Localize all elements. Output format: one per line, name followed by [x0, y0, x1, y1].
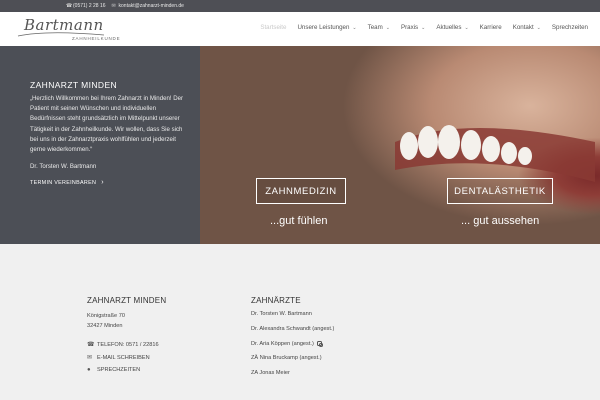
nav-item-unsere-leistungen[interactable]: Unsere Leistungen ⌄ — [297, 24, 356, 31]
doctor-link[interactable]: ZA Jonas Meier — [251, 370, 334, 376]
footer-email-text: E-MAIL SCHREIBEN — [97, 354, 150, 361]
doctor-name: Dr. Aria Köppen (angest.) — [251, 340, 314, 347]
nav-label: Kontakt — [512, 24, 534, 31]
hero-section: ZAHNARZT MINDEN „Herzlich Willkommen bei… — [0, 46, 600, 244]
doctor-name: Dr. Alexandra Schwandt (angest.) — [251, 325, 335, 332]
nav-item-sprechzeiten[interactable]: Sprechzeiten — [552, 24, 588, 31]
termin-vereinbaren-link[interactable]: TERMIN VEREINBAREN › — [30, 179, 190, 186]
nav-item-aktuelles[interactable]: Aktuelles ⌄ — [436, 24, 468, 31]
hero-signature: Dr. Torsten W. Bartmann — [30, 163, 97, 171]
top-bar: ☎ (0571) 2 28 16 ✉ kontakt@zahnarzt-mind… — [0, 0, 600, 12]
chevron-down-icon: ⌄ — [385, 24, 390, 31]
footer-hours-text: SPRECHZEITEN — [97, 367, 141, 373]
nav-label: Startseite — [260, 24, 287, 31]
tagline-right: ... gut aussehen — [461, 215, 540, 227]
chevron-right-icon: › — [101, 179, 104, 187]
clock-icon: ● — [87, 367, 91, 373]
footer-title-zahnarzt: ZAHNARZT MINDEN — [87, 296, 167, 305]
nav-label: Aktuelles — [436, 24, 462, 31]
doctor-link[interactable]: Dr. Torsten W. Bartmann — [251, 311, 334, 317]
footer-doctors-column: ZAHNÄRZTE Dr. Torsten W. Bartmann Dr. Al… — [251, 296, 334, 385]
dentalaesthetik-button[interactable]: DENTALÄSTHETIK — [447, 178, 553, 204]
nav-item-praxis[interactable]: Praxis ⌄ — [401, 24, 425, 31]
doctor-list: Dr. Torsten W. Bartmann Dr. Alexandra Sc… — [251, 311, 334, 376]
envelope-icon: ✉ — [111, 2, 116, 9]
footer-email-link[interactable]: ✉ E-MAIL SCHREIBEN — [87, 354, 166, 362]
nav-item-startseite[interactable]: Startseite — [260, 24, 286, 31]
topbar-phone[interactable]: ☎ (0571) 2 28 16 — [66, 3, 106, 9]
nav-item-kontakt[interactable]: Kontakt ⌄ — [513, 24, 541, 31]
envelope-icon: ✉ — [87, 355, 93, 361]
nav-label: Praxis — [400, 24, 419, 31]
footer-title-zahnaerzte: ZAHNÄRZTE — [251, 296, 301, 305]
logo-subtitle: ZAHNHEILKUNDE — [72, 36, 121, 41]
doctor-link[interactable]: Dr. Alexandra Schwandt (angest.) — [251, 326, 334, 332]
site-header: Bartmann ZAHNHEILKUNDE Startseite Unsere… — [0, 12, 600, 46]
logo-script: Bartmann — [24, 16, 104, 34]
doctor-name: ZÄ Nina Bruckamp (angest.) — [251, 355, 322, 362]
topbar-email-text: kontakt@zahnarzt-minden.de — [118, 3, 184, 9]
footer-phone-link[interactable]: ☎ TELEFON: 0571 / 22816 — [87, 341, 166, 349]
topbar-phone-text: (0571) 2 28 16 — [73, 3, 106, 9]
instagram-icon[interactable] — [316, 340, 323, 347]
footer-phone-text: TELEFON: 0571 / 22816 — [97, 341, 159, 348]
doctor-name: ZA Jonas Meier — [251, 370, 290, 377]
hero-title: ZAHNARZT MINDEN — [30, 80, 118, 90]
footer-contact-column: ZAHNARZT MINDEN Königstraße 70 32427 Min… — [87, 296, 166, 379]
phone-icon: ☎ — [87, 342, 95, 348]
nav-item-karriere[interactable]: Karriere — [480, 24, 502, 31]
doctor-name: Dr. Torsten W. Bartmann — [251, 311, 312, 317]
tagline-left: ...gut fühlen — [270, 215, 328, 227]
nav-item-team[interactable]: Team ⌄ — [368, 24, 390, 31]
hero-paragraph: „Herzlich Willkommen bei Ihrem Zahnarzt … — [30, 95, 184, 154]
nav-label: Sprechzeiten — [551, 24, 588, 31]
chevron-down-icon: ⌄ — [421, 24, 426, 31]
topbar-email[interactable]: ✉ kontakt@zahnarzt-minden.de — [112, 3, 184, 9]
doctor-link[interactable]: ZÄ Nina Bruckamp (angest.) — [251, 355, 334, 361]
footer: ZAHNARZT MINDEN Königstraße 70 32427 Min… — [0, 262, 600, 400]
nav-label: Team — [367, 24, 383, 31]
address-city: 32427 Minden — [87, 323, 123, 329]
hero-intro: ZAHNARZT MINDEN „Herzlich Willkommen bei… — [30, 80, 190, 186]
main-nav: Startseite Unsere Leistungen ⌄ Team ⌄ Prax… — [260, 24, 588, 31]
chevron-down-icon: ⌄ — [352, 24, 357, 31]
doctor-link[interactable]: Dr. Aria Köppen (angest.) — [251, 341, 334, 347]
nav-label: Unsere Leistungen — [297, 24, 350, 31]
logo[interactable]: Bartmann ZAHNHEILKUNDE — [16, 16, 120, 44]
nav-label: Karriere — [479, 24, 502, 31]
cta-label: TERMIN VEREINBAREN — [30, 179, 97, 186]
chevron-down-icon: ⌄ — [536, 24, 541, 31]
phone-icon: ☎ — [66, 2, 73, 9]
chevron-down-icon: ⌄ — [464, 24, 469, 31]
address-street: Königstraße 70 — [87, 313, 125, 319]
footer-hours-link[interactable]: ● SPRECHZEITEN — [87, 367, 166, 373]
zahnmedizin-button[interactable]: ZAHNMEDIZIN — [256, 178, 346, 204]
